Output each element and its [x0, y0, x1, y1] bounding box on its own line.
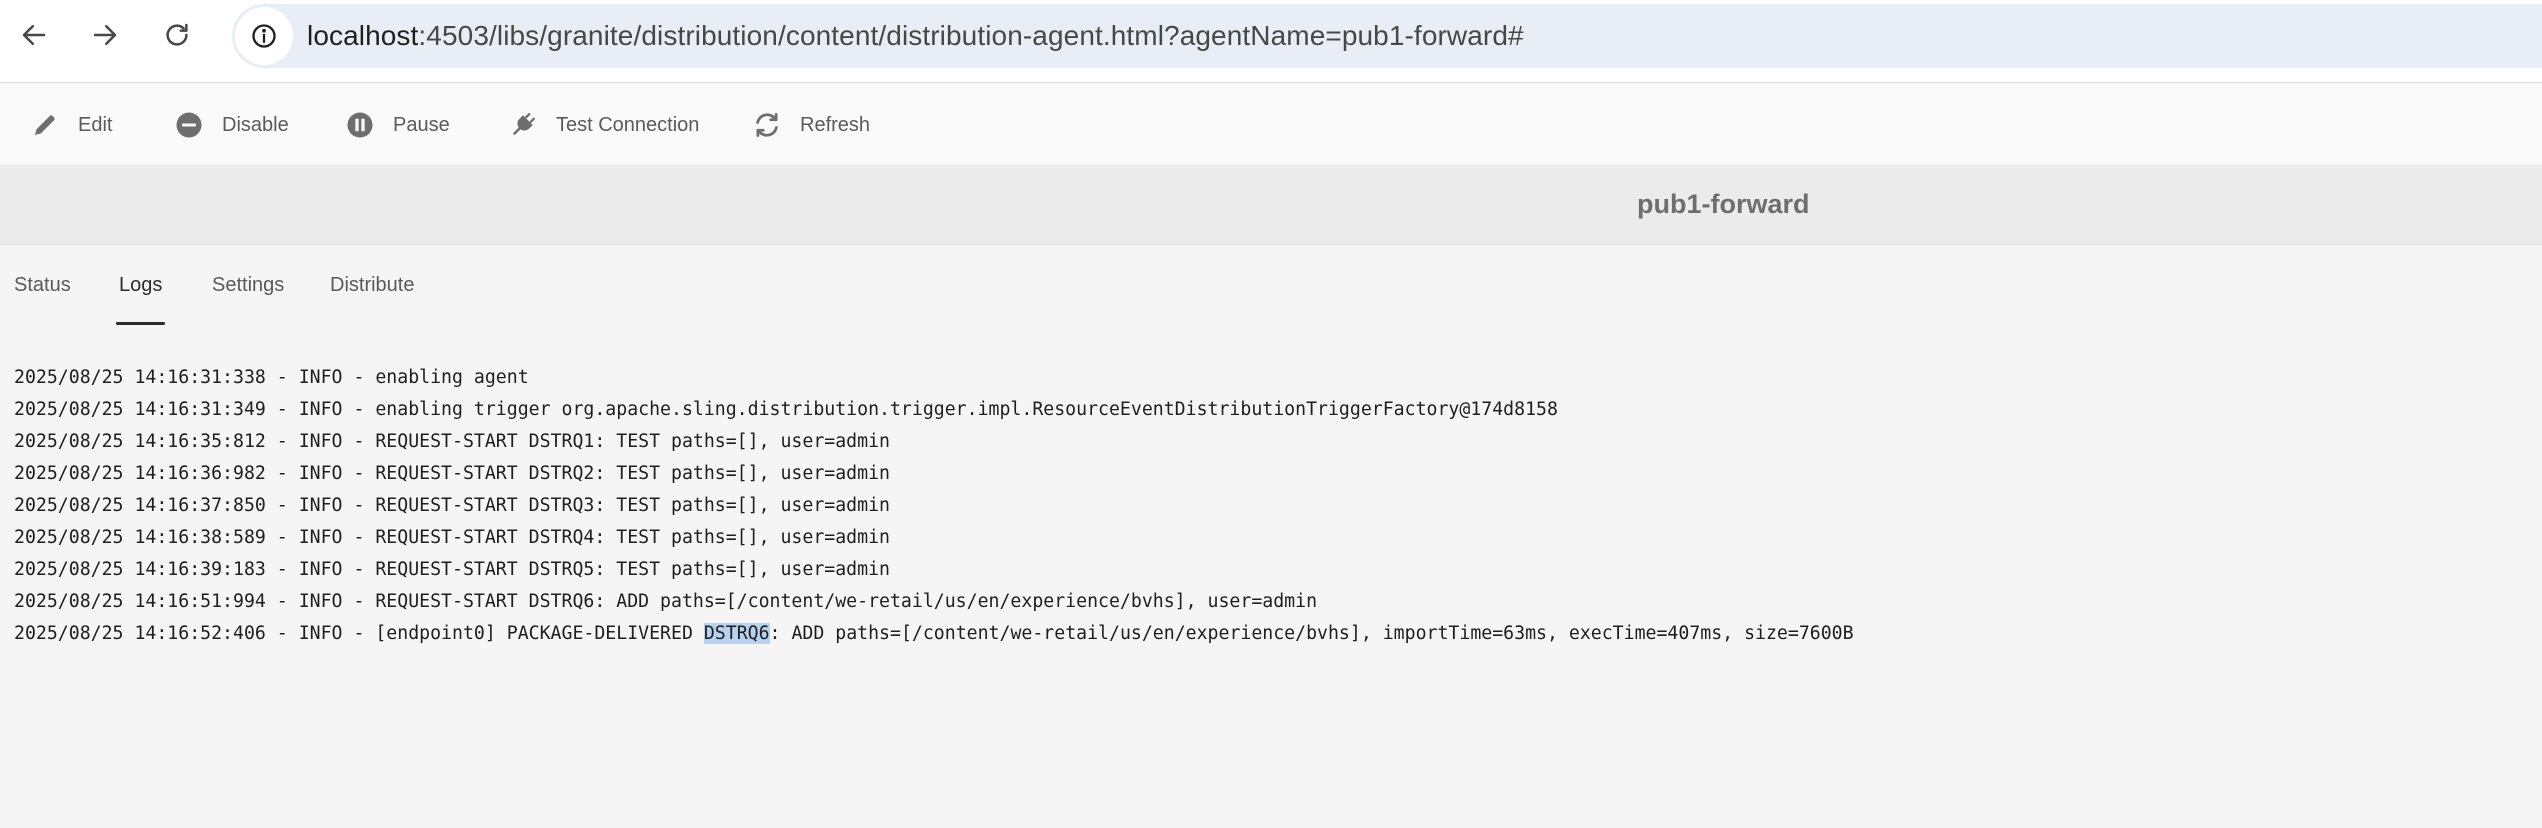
log-panel: 2025/08/25 14:16:31:338 - INFO - enablin…: [0, 326, 2542, 828]
refresh-icon: [756, 113, 778, 137]
edit-label: Edit: [78, 113, 113, 136]
action-toolbar: Edit Disable Pause Test Connection Refre…: [0, 84, 2542, 166]
arrow-right-icon: [93, 25, 117, 45]
test-connection-label: Test Connection: [556, 113, 700, 136]
log-line: 2025/08/25 14:16:51:994 - INFO - REQUEST…: [14, 591, 1318, 612]
pause-circle-icon: [347, 112, 373, 138]
log-text: 2025/08/25 14:16:52:406 - INFO - [endpoi…: [14, 623, 704, 644]
pencil-icon: [35, 115, 55, 135]
title-bar: pub1-forward: [0, 167, 2542, 245]
tab-settings[interactable]: Settings: [212, 274, 284, 297]
disable-label: Disable: [222, 113, 289, 136]
minus-circle-icon: [176, 112, 202, 138]
address-bar[interactable]: localhost:4503/libs/granite/distribution…: [232, 4, 2542, 68]
pause-button[interactable]: Pause: [345, 84, 450, 166]
info-circle-icon: [252, 24, 276, 48]
site-info-button[interactable]: [235, 7, 293, 65]
arrow-left-icon: [22, 25, 46, 45]
log-text: : ADD paths=[/content/we-retail/us/en/ex…: [769, 623, 1854, 644]
disable-button[interactable]: Disable: [174, 84, 289, 166]
test-connection-button[interactable]: Test Connection: [508, 84, 699, 166]
log-line: 2025/08/25 14:16:39:183 - INFO - REQUEST…: [14, 559, 890, 580]
log-line: 2025/08/25 14:16:37:850 - INFO - REQUEST…: [14, 495, 890, 516]
browser-toolbar: localhost:4503/libs/granite/distribution…: [0, 0, 2542, 83]
forward-button[interactable]: [83, 13, 127, 57]
refresh-button[interactable]: Refresh: [752, 84, 870, 166]
url-path: :4503/libs/granite/distribution/content/…: [418, 20, 1524, 51]
refresh-label: Refresh: [800, 113, 871, 136]
log-list: 2025/08/25 14:16:31:338 - INFO - enablin…: [14, 362, 1854, 650]
tab-status[interactable]: Status: [14, 274, 71, 297]
back-button[interactable]: [12, 13, 56, 57]
log-line: 2025/08/25 14:16:31:338 - INFO - enablin…: [14, 367, 529, 388]
log-line: 2025/08/25 14:16:31:349 - INFO - enablin…: [14, 399, 1558, 420]
pause-label: Pause: [393, 113, 450, 136]
tab-distribute[interactable]: Distribute: [330, 274, 414, 297]
plug-icon: [513, 112, 536, 135]
page-title: pub1-forward: [1637, 189, 1810, 219]
url-host: localhost: [307, 20, 419, 51]
selected-text: DSTRQ6: [703, 623, 770, 644]
log-line: 2025/08/25 14:16:52:406 - INFO - [endpoi…: [14, 618, 1854, 650]
tab-logs[interactable]: Logs: [115, 274, 166, 325]
url-text[interactable]: localhost:4503/libs/granite/distribution…: [307, 20, 1524, 52]
log-line: 2025/08/25 14:16:36:982 - INFO - REQUEST…: [14, 463, 890, 484]
tab-bar: Status Logs Settings Distribute: [0, 246, 2542, 326]
reload-icon: [166, 23, 188, 46]
reload-button[interactable]: [155, 13, 199, 57]
log-line: 2025/08/25 14:16:38:589 - INFO - REQUEST…: [14, 527, 890, 548]
edit-button[interactable]: Edit: [30, 84, 112, 166]
log-line: 2025/08/25 14:16:35:812 - INFO - REQUEST…: [14, 431, 890, 452]
